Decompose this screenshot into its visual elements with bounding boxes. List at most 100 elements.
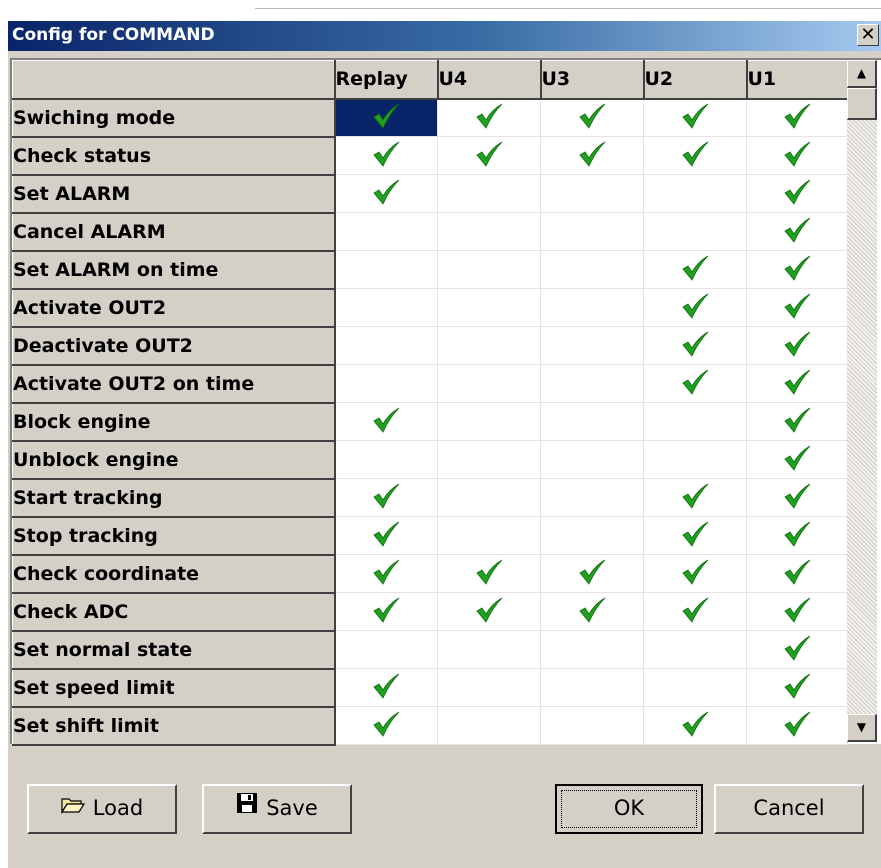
row-header[interactable]: Cancel ALARM: [12, 212, 336, 252]
grid-cell-u4[interactable]: [437, 592, 541, 631]
grid-cell-u3[interactable]: [540, 630, 644, 669]
grid-cell-u1[interactable]: [746, 136, 848, 175]
grid-cell-u2[interactable]: [643, 402, 747, 441]
grid-cell-u3[interactable]: [540, 440, 644, 479]
row-header[interactable]: Activate OUT2: [12, 288, 336, 328]
grid-cell-u2[interactable]: [643, 630, 747, 669]
grid-cell-replay[interactable]: [334, 250, 438, 289]
grid-cell-u3[interactable]: [540, 326, 644, 365]
grid-cell-u4[interactable]: [437, 212, 541, 251]
grid-cell-replay[interactable]: [334, 174, 438, 213]
grid-cell-u3[interactable]: [540, 478, 644, 517]
grid-cell-u2[interactable]: [643, 554, 747, 593]
grid-cell-u1[interactable]: [746, 668, 848, 707]
grid-cell-u4[interactable]: [437, 554, 541, 593]
row-header[interactable]: Check status: [12, 136, 336, 176]
ok-button[interactable]: OK: [555, 784, 703, 834]
grid-cell-u2[interactable]: [643, 668, 747, 707]
grid-cell-u2[interactable]: [643, 706, 747, 745]
row-header[interactable]: Swiching mode: [12, 98, 336, 138]
grid-cell-u1[interactable]: [746, 440, 848, 479]
grid-cell-u2[interactable]: [643, 592, 747, 631]
scroll-up-button[interactable]: ▲: [847, 60, 877, 88]
grid-cell-replay[interactable]: [334, 440, 438, 479]
grid-cell-replay[interactable]: [334, 288, 438, 327]
grid-cell-replay[interactable]: [334, 592, 438, 631]
grid-cell-replay[interactable]: [334, 554, 438, 593]
grid-cell-u1[interactable]: [746, 706, 848, 745]
row-header[interactable]: Stop tracking: [12, 516, 336, 556]
row-header[interactable]: Set ALARM: [12, 174, 336, 214]
grid-cell-u1[interactable]: [746, 592, 848, 631]
grid-cell-u3[interactable]: [540, 174, 644, 213]
row-header[interactable]: Activate OUT2 on time: [12, 364, 336, 404]
grid-cell-u1[interactable]: [746, 554, 848, 593]
grid-cell-u1[interactable]: [746, 174, 848, 213]
grid-cell-replay[interactable]: [334, 706, 438, 745]
grid-cell-u3[interactable]: [540, 592, 644, 631]
row-header[interactable]: Unblock engine: [12, 440, 336, 480]
grid-cell-u2[interactable]: [643, 478, 747, 517]
grid-cell-u1[interactable]: [746, 630, 848, 669]
grid-cell-u1[interactable]: [746, 288, 848, 327]
title-bar[interactable]: Config for COMMAND ✕: [8, 21, 881, 51]
grid-cell-u1[interactable]: [746, 250, 848, 289]
grid-cell-u3[interactable]: [540, 212, 644, 251]
grid-cell-u3[interactable]: [540, 668, 644, 707]
column-header-replay[interactable]: Replay: [334, 60, 439, 100]
grid-cell-u1[interactable]: [746, 516, 848, 555]
row-header[interactable]: Check ADC: [12, 592, 336, 632]
grid-cell-replay[interactable]: [334, 402, 438, 441]
row-header[interactable]: Set normal state: [12, 630, 336, 670]
grid-cell-u4[interactable]: [437, 516, 541, 555]
grid-cell-u4[interactable]: [437, 364, 541, 403]
grid-cell-u3[interactable]: [540, 364, 644, 403]
grid-cell-u1[interactable]: [746, 212, 848, 251]
scroll-down-button[interactable]: ▼: [847, 714, 877, 742]
grid-cell-u3[interactable]: [540, 250, 644, 289]
grid-cell-u4[interactable]: [437, 326, 541, 365]
grid-cell-u4[interactable]: [437, 668, 541, 707]
grid-cell-replay[interactable]: [334, 212, 438, 251]
grid-cell-replay[interactable]: [334, 668, 438, 707]
grid-cell-u1[interactable]: [746, 98, 848, 137]
grid-corner-header[interactable]: [12, 60, 336, 100]
grid-cell-u3[interactable]: [540, 554, 644, 593]
grid-cell-u2[interactable]: [643, 136, 747, 175]
grid-cell-u4[interactable]: [437, 98, 541, 137]
grid-cell-replay[interactable]: [334, 478, 438, 517]
column-header-u2[interactable]: U2: [643, 60, 748, 100]
close-button[interactable]: ✕: [857, 24, 879, 46]
column-header-u3[interactable]: U3: [540, 60, 645, 100]
column-header-u1[interactable]: U1: [746, 60, 849, 100]
grid-cell-u2[interactable]: [643, 288, 747, 327]
grid-cell-replay[interactable]: [334, 98, 438, 137]
row-header[interactable]: Block engine: [12, 402, 336, 442]
grid-cell-u2[interactable]: [643, 326, 747, 365]
grid-cell-replay[interactable]: [334, 326, 438, 365]
grid-cell-u2[interactable]: [643, 174, 747, 213]
grid-cell-u4[interactable]: [437, 136, 541, 175]
grid-cell-u3[interactable]: [540, 98, 644, 137]
grid-cell-replay[interactable]: [334, 516, 438, 555]
grid-cell-u4[interactable]: [437, 174, 541, 213]
grid-cell-replay[interactable]: [334, 364, 438, 403]
grid-cell-u4[interactable]: [437, 288, 541, 327]
vertical-scrollbar[interactable]: ▲ ▼: [847, 60, 877, 742]
grid-cell-u1[interactable]: [746, 402, 848, 441]
grid-cell-u3[interactable]: [540, 288, 644, 327]
load-button[interactable]: Load: [27, 784, 177, 834]
save-button[interactable]: Save: [202, 784, 352, 834]
grid-cell-u1[interactable]: [746, 478, 848, 517]
grid-cell-u4[interactable]: [437, 250, 541, 289]
grid-cell-u4[interactable]: [437, 630, 541, 669]
grid-cell-replay[interactable]: [334, 630, 438, 669]
scroll-thumb[interactable]: [847, 88, 877, 120]
grid-cell-u4[interactable]: [437, 478, 541, 517]
grid-cell-u2[interactable]: [643, 364, 747, 403]
row-header[interactable]: Check coordinate: [12, 554, 336, 594]
row-header[interactable]: Deactivate OUT2: [12, 326, 336, 366]
row-header[interactable]: Set shift limit: [12, 706, 336, 746]
grid-cell-u2[interactable]: [643, 98, 747, 137]
cancel-button[interactable]: Cancel: [714, 784, 864, 834]
